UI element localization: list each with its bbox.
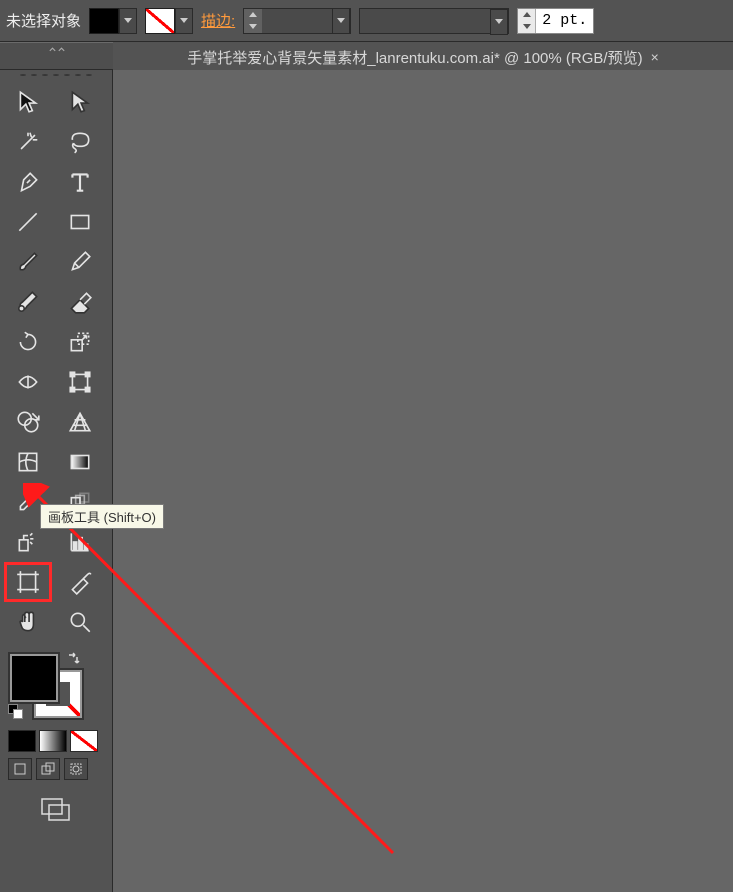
- slice-tool[interactable]: [58, 564, 102, 600]
- screen-mode-button[interactable]: [34, 792, 78, 828]
- default-fill-stroke-icon[interactable]: [8, 704, 24, 720]
- fill-stroke-section: [0, 646, 112, 728]
- stroke-section-label[interactable]: 描边:: [201, 10, 235, 31]
- gradient-tool[interactable]: [58, 444, 102, 480]
- document-tab[interactable]: 手掌托举爱心背景矢量素材_lanrentuku.com.ai* @ 100% (…: [113, 42, 733, 70]
- column-graph-tool[interactable]: [58, 524, 102, 560]
- tools-panel-collapse[interactable]: [0, 42, 113, 70]
- shape-builder-tool[interactable]: [6, 404, 50, 440]
- stroke-weight-down[interactable]: [244, 21, 262, 33]
- options-bar: 未选择对象 描边: 2 pt.: [0, 0, 733, 42]
- close-tab-icon[interactable]: ×: [651, 49, 659, 65]
- fill-color-box[interactable]: [10, 654, 58, 702]
- variable-width-profile[interactable]: [359, 8, 509, 34]
- magic-wand-tool[interactable]: [6, 124, 50, 160]
- width-tool[interactable]: [6, 364, 50, 400]
- scale-tool[interactable]: [58, 324, 102, 360]
- draw-inside-button[interactable]: [64, 758, 88, 780]
- selection-tool[interactable]: [6, 84, 50, 120]
- stroke-weight-pt-field[interactable]: 2 pt.: [517, 8, 594, 34]
- artboard-tool-tooltip: 画板工具 (Shift+O): [40, 504, 164, 529]
- fill-swatch-control[interactable]: [89, 8, 137, 34]
- draw-behind-button[interactable]: [36, 758, 60, 780]
- fill-color-swatch: [89, 8, 119, 34]
- type-tool[interactable]: [58, 164, 102, 200]
- draw-normal-button[interactable]: [8, 758, 32, 780]
- color-none-button[interactable]: [70, 730, 98, 752]
- canvas-area[interactable]: [113, 70, 733, 892]
- rotate-tool[interactable]: [6, 324, 50, 360]
- draw-modes-row: [0, 754, 112, 784]
- symbol-sprayer-tool[interactable]: [6, 524, 50, 560]
- tools-panel: [0, 70, 113, 892]
- line-segment-tool[interactable]: [6, 204, 50, 240]
- hand-tool[interactable]: [6, 604, 50, 640]
- stroke-weight-up[interactable]: [244, 9, 262, 21]
- stroke-weight-field[interactable]: [243, 8, 351, 34]
- paintbrush-tool[interactable]: [6, 244, 50, 280]
- document-tab-bar: 手掌托举爱心背景矢量素材_lanrentuku.com.ai* @ 100% (…: [113, 42, 733, 70]
- selection-status: 未选择对象: [6, 10, 81, 31]
- pencil-tool[interactable]: [58, 244, 102, 280]
- blob-brush-tool[interactable]: [6, 284, 50, 320]
- stroke-weight-dropdown[interactable]: [332, 8, 350, 34]
- lasso-tool[interactable]: [58, 124, 102, 160]
- stroke-dropdown-button[interactable]: [175, 8, 193, 34]
- pt-down[interactable]: [518, 21, 535, 33]
- perspective-grid-tool[interactable]: [58, 404, 102, 440]
- swap-fill-stroke-icon[interactable]: [66, 652, 80, 669]
- eraser-tool[interactable]: [58, 284, 102, 320]
- free-transform-tool[interactable]: [58, 364, 102, 400]
- pt-up[interactable]: [518, 9, 535, 21]
- direct-selection-tool[interactable]: [58, 84, 102, 120]
- stroke-swatch-control[interactable]: [145, 8, 193, 34]
- fill-dropdown-button[interactable]: [119, 8, 137, 34]
- color-mode-row: [0, 728, 112, 754]
- pen-tool[interactable]: [6, 164, 50, 200]
- rectangle-tool[interactable]: [58, 204, 102, 240]
- stroke-none-swatch: [145, 8, 175, 34]
- zoom-tool[interactable]: [58, 604, 102, 640]
- color-solid-button[interactable]: [8, 730, 36, 752]
- document-tab-title: 手掌托举爱心背景矢量素材_lanrentuku.com.ai* @ 100% (…: [187, 47, 642, 68]
- mesh-tool[interactable]: [6, 444, 50, 480]
- variable-width-dropdown[interactable]: [490, 9, 508, 35]
- artboard-tool[interactable]: [6, 564, 50, 600]
- color-gradient-button[interactable]: [39, 730, 67, 752]
